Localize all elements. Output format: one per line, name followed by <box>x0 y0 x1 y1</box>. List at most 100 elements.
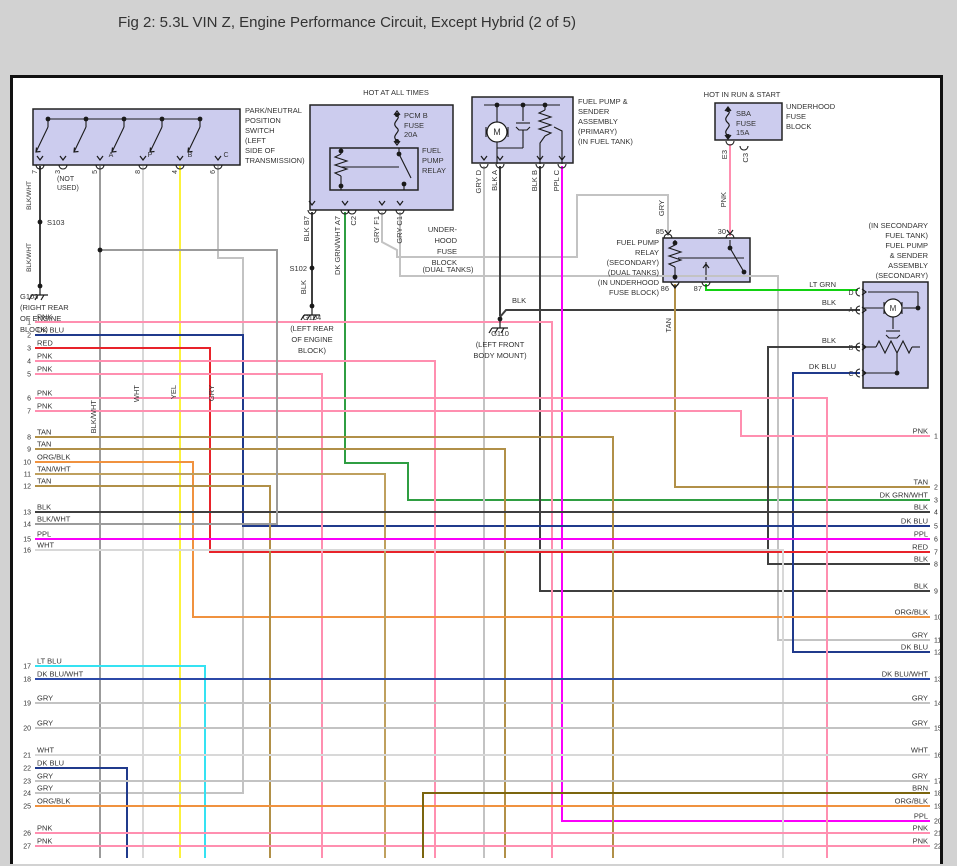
right-row-wire-label: GRY <box>912 631 928 640</box>
label: SBA <box>736 109 751 118</box>
label: FUEL PUMP <box>616 238 659 247</box>
splice-dot <box>338 183 344 189</box>
right-row-wire-label: BLK <box>914 503 928 512</box>
right-row-wire-label: DK BLU <box>901 517 928 526</box>
splice-dot <box>727 245 733 251</box>
label: OF ENGINE <box>291 335 332 344</box>
label: BLK B <box>530 170 539 191</box>
label: GRY C1 <box>395 216 404 244</box>
label: FUEL PUMP & <box>578 97 628 106</box>
label: 85 <box>656 227 664 236</box>
right-row-number: 15 <box>934 726 940 733</box>
right-row-number: 7 <box>934 550 938 557</box>
left-row-wire-label: TAN <box>37 428 51 437</box>
left-row-wire-label: TAN <box>37 477 51 486</box>
left-row-wire-label: PNK <box>37 402 52 411</box>
label: G103 <box>20 292 38 301</box>
splice-dot <box>83 116 89 122</box>
label: UNDERHOOD <box>786 102 836 111</box>
left-row-number: 23 <box>23 779 31 786</box>
right-row-number: 2 <box>934 485 938 492</box>
splice-dot <box>894 370 900 376</box>
splice-dot <box>396 151 402 157</box>
splice-dot <box>741 269 747 275</box>
label: RELAY <box>635 248 659 257</box>
label: RELAY <box>422 166 446 175</box>
left-row-number: 4 <box>27 359 31 366</box>
label: (NOT <box>57 176 75 183</box>
right-row-number: 12 <box>934 650 940 657</box>
right-row-wire-label: RED <box>912 543 928 552</box>
splice-dot <box>121 116 127 122</box>
label: POSITION <box>245 116 281 125</box>
label: HOOD <box>435 236 458 245</box>
label: A <box>849 307 854 314</box>
label: PUMP <box>422 156 444 165</box>
left-row-number: 25 <box>23 804 31 811</box>
label: BLOCK <box>786 122 811 131</box>
label: 20A <box>404 130 417 139</box>
wire-l6-pnk <box>35 397 828 858</box>
label: FUEL <box>422 146 441 155</box>
right-row-wire-label: DK BLU <box>901 643 928 652</box>
label: (DUAL TANKS) <box>608 268 660 277</box>
label: 4 <box>172 170 179 174</box>
label: (IN SECONDARY <box>869 221 928 230</box>
left-row-wire-label: GRY <box>37 694 53 703</box>
label: 30 <box>718 227 726 236</box>
left-row-wire-label: ORG/BLK <box>37 453 70 462</box>
label: FUSE <box>437 247 457 256</box>
label: G110 <box>491 329 509 338</box>
label: G104 <box>303 313 321 322</box>
left-row-wire-label: RED <box>37 339 53 348</box>
right-row-number: 4 <box>934 510 938 517</box>
wiring-diagram: PARK/NEUTRALPOSITIONSWITCH(LEFTSIDE OFTR… <box>20 88 942 858</box>
right-row-wire-label: BRN <box>912 784 928 793</box>
wire-gry-pin6-to-l24 <box>35 166 244 794</box>
label: 15A <box>736 128 749 137</box>
left-row-wire-label: PNK <box>37 837 52 846</box>
right-row-number: 16 <box>934 753 940 760</box>
label: UNDER- <box>428 225 458 234</box>
label: C <box>223 152 228 159</box>
right-row-wire-label: ORG/BLK <box>895 797 928 806</box>
label: BLK B7 <box>302 216 311 241</box>
label: A <box>109 152 114 159</box>
park-neutral-switch-box <box>32 108 241 166</box>
right-row-wire-label: ORG/BLK <box>895 608 928 617</box>
label: FUEL PUMP <box>885 241 928 250</box>
label: D <box>848 290 853 297</box>
wire-blk-secondary-a-to-g110 <box>499 309 860 318</box>
connector-cup <box>739 145 749 151</box>
left-row-number: 11 <box>24 472 31 479</box>
label: P <box>148 152 153 159</box>
label: BLOCK) <box>298 346 326 355</box>
label: FUSE <box>404 121 424 130</box>
left-row-number: 5 <box>27 372 31 379</box>
right-row-wire-label: PNK <box>913 427 928 436</box>
label: PPL C <box>552 169 561 191</box>
splice-dot <box>401 181 407 187</box>
label: PARK/NEUTRAL <box>245 106 302 115</box>
wire-gry-c1-to-r11 <box>399 212 930 641</box>
label: & SENDER <box>890 251 929 260</box>
label: HOT IN RUN & START <box>704 90 781 99</box>
left-row-wire-label: DK BLU <box>37 326 64 335</box>
right-row-number: 1 <box>934 434 938 441</box>
label: (LEFT FRONT <box>476 340 525 349</box>
right-row-number: 3 <box>934 498 938 505</box>
label: BLK <box>299 280 308 294</box>
right-row-wire-label: GRY <box>912 694 928 703</box>
left-row-wire-label: PNK <box>37 365 52 374</box>
splice-dot <box>197 116 203 122</box>
splice-dot <box>672 274 678 280</box>
splice-dot <box>542 102 548 108</box>
label: ASSEMBLY <box>888 261 928 270</box>
label: USED) <box>57 185 79 192</box>
label: TRANSMISSION) <box>245 156 305 165</box>
label: (IN FUEL TANK) <box>578 137 633 146</box>
label: ASSEMBLY <box>578 117 618 126</box>
label: M <box>890 304 897 313</box>
left-row-wire-label: PNK <box>37 352 52 361</box>
left-row-number: 21 <box>23 753 31 760</box>
